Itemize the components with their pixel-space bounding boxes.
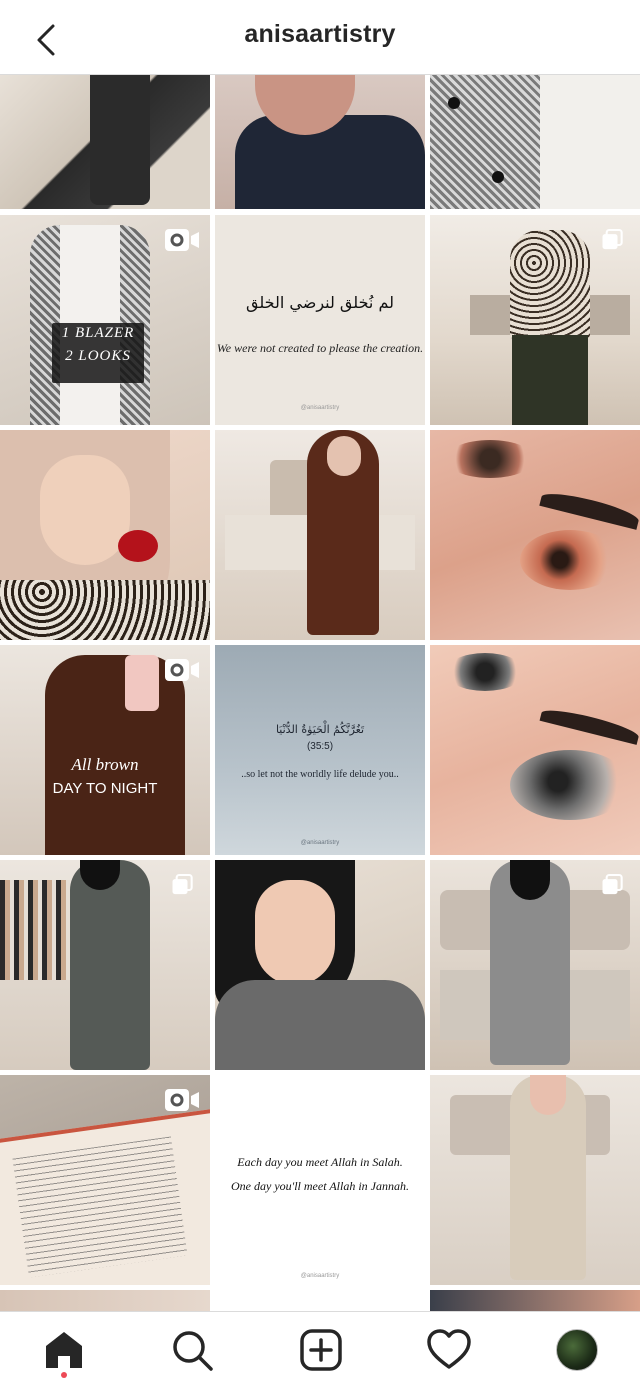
nav-home[interactable] — [40, 1326, 88, 1374]
carousel-icon — [602, 873, 623, 895]
quote2-reference: (35:5) — [306, 741, 334, 752]
nav-search[interactable] — [168, 1326, 216, 1374]
post-tile-20[interactable] — [215, 1290, 425, 1311]
blazer-caption-line1: 1 BLAZER — [61, 325, 135, 341]
post-tile-16[interactable] — [0, 1075, 210, 1285]
activity-heart-icon — [427, 1329, 471, 1369]
brown-caption-line1: All brown — [71, 755, 139, 774]
post-tile-2[interactable] — [215, 75, 425, 209]
carousel-icon — [602, 228, 623, 250]
bottom-navigation — [0, 1311, 640, 1386]
carousel-icon — [172, 873, 193, 895]
post-tile-4[interactable]: 1 BLAZER 2 LOOKS — [0, 215, 210, 425]
active-indicator-dot — [61, 1372, 67, 1378]
quote2-english: ..so let not the worldly life delude you… — [241, 769, 399, 780]
home-icon — [46, 1332, 82, 1368]
quote3-line2: One day you'll meet Allah in Jannah. — [231, 1179, 409, 1193]
quote1-arabic: لم نُخلق لنرضي الخلق — [246, 293, 394, 312]
quote2-arabic: تَغُرَّنَّكُمُ الْحَيَوٰةُ الدُّنْيَا — [275, 723, 365, 736]
quote1-english: We were not created to please the creati… — [216, 341, 424, 355]
post-tile-10[interactable]: All brown DAY TO NIGHT — [0, 645, 210, 855]
post-tile-19[interactable] — [0, 1290, 210, 1311]
tile-watermark: @anisaartistry — [300, 1273, 340, 1279]
post-tile-14[interactable] — [215, 860, 425, 1070]
post-tile-9[interactable] — [430, 430, 640, 640]
post-tile-1[interactable] — [0, 75, 210, 209]
post-tile-7[interactable] — [0, 430, 210, 640]
profile-username: anisaartistry — [244, 20, 396, 48]
profile-avatar[interactable] — [556, 1329, 598, 1371]
post-tile-18[interactable] — [430, 1075, 640, 1285]
tile-watermark: @anisaartistry — [300, 840, 340, 846]
post-tile-3[interactable] — [430, 75, 640, 209]
post-tile-11[interactable]: تَغُرَّنَّكُمُ الْحَيَوٰةُ الدُّنْيَا (3… — [215, 645, 425, 855]
post-tile-8[interactable] — [215, 430, 425, 640]
quote3-line1: Each day you meet Allah in Salah. — [237, 1155, 403, 1169]
nav-new-post[interactable] — [297, 1326, 345, 1374]
brown-caption-line2: DAY TO NIGHT — [52, 780, 158, 797]
post-tile-6[interactable] — [430, 215, 640, 425]
post-tile-13[interactable] — [0, 860, 210, 1070]
add-post-icon — [300, 1329, 342, 1371]
top-bar: anisaartistry — [0, 0, 640, 75]
post-tile-17[interactable]: Each day you meet Allah in Salah. One da… — [215, 1075, 425, 1285]
post-tile-5[interactable]: لم نُخلق لنرضي الخلق We were not created… — [215, 215, 425, 425]
post-tile-12[interactable] — [430, 645, 640, 855]
video-icon — [165, 659, 199, 681]
search-icon — [173, 1331, 213, 1371]
posts-grid: 1 BLAZER 2 LOOKS لم نُخلق لنرضي الخلق We… — [0, 75, 640, 1311]
nav-activity[interactable] — [425, 1326, 473, 1374]
video-icon — [165, 1089, 199, 1111]
post-tile-15[interactable] — [430, 860, 640, 1070]
post-tile-21[interactable] — [430, 1290, 640, 1311]
tile-watermark: @anisaartistry — [300, 405, 340, 411]
blazer-caption-line2: 2 LOOKS — [65, 348, 131, 364]
video-icon — [165, 229, 199, 251]
